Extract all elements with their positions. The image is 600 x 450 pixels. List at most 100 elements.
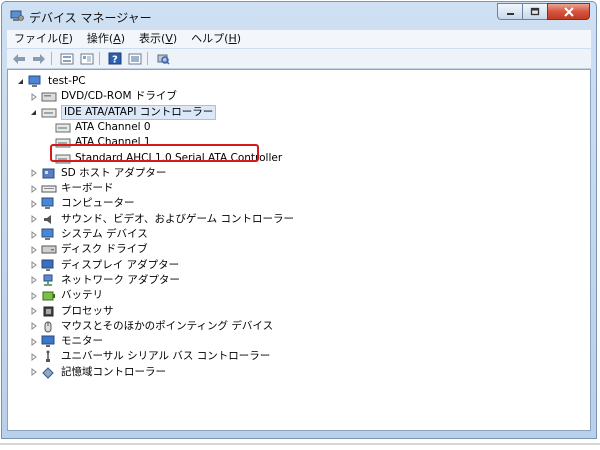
tree-item-display-adapter[interactable]: ディスプレイ アダプター [29, 258, 179, 273]
tree-item-disk-drive[interactable]: ディスク ドライブ [29, 242, 148, 257]
expand-arrow-icon[interactable] [29, 212, 38, 227]
disk-drive-icon [41, 243, 57, 256]
computer-icon [41, 197, 57, 210]
expand-arrow-icon[interactable] [29, 181, 38, 196]
tree-item-label: プロセッサ [61, 304, 114, 317]
tree-item-label: コンピューター [61, 197, 135, 210]
tree-item-network[interactable]: ネットワーク アダプター [29, 273, 180, 288]
tree-item-label: システム デバイス [61, 228, 148, 240]
tree-item-label: SD ホスト アダプター [61, 166, 167, 179]
expand-arrow-icon[interactable] [29, 273, 38, 288]
tree-item-system-device[interactable]: システム デバイス [29, 227, 148, 242]
tree-item-label: キーボード [61, 182, 114, 195]
expand-arrow-icon[interactable] [29, 349, 38, 364]
menu-accelerator-key: V [165, 32, 173, 45]
tree-item-label: 記憶域コントローラー [61, 365, 166, 378]
tree-item-speaker[interactable]: サウンド、ビデオ、およびゲーム コントローラー [29, 212, 294, 227]
title-bar[interactable]: デバイス マネージャー [2, 2, 596, 30]
battery-icon [41, 289, 57, 302]
maximize-icon [530, 7, 540, 16]
tree-item-computer[interactable]: コンピューター [29, 196, 135, 211]
device-manager-window: デバイス マネージャー ファイル(F) 操作(A) 表示(V) ヘルプ(H) ?… [1, 1, 597, 439]
maximize-button[interactable] [522, 3, 547, 20]
expand-arrow-icon[interactable] [29, 258, 38, 273]
ide-controller-icon [41, 106, 57, 119]
tree-item-label: ATA Channel 0 [75, 120, 151, 133]
tree-item-processor[interactable]: プロセッサ [29, 304, 114, 319]
forward-button[interactable] [30, 51, 47, 66]
window-title: デバイス マネージャー [29, 11, 152, 25]
toolbar: ? [7, 49, 591, 69]
expand-arrow-icon[interactable] [29, 166, 38, 181]
tree-item-label: DVD/CD-ROM ドライブ [61, 90, 177, 103]
tree-item-ata-0[interactable]: ATA Channel 0 [43, 120, 151, 135]
keyboard-icon [41, 182, 57, 195]
view-icon [128, 53, 141, 64]
expand-arrow-icon[interactable] [29, 334, 38, 349]
expand-arrow-icon[interactable] [29, 288, 38, 303]
menu-item-h[interactable]: ヘルプ(H) [184, 30, 248, 48]
tree-item-label: ディスク ドライブ [61, 243, 148, 256]
toolbar-separator [147, 52, 148, 65]
list-icon [80, 53, 93, 64]
tree-item-dvd[interactable]: DVD/CD-ROM ドライブ [29, 89, 177, 104]
expand-arrow-icon[interactable] [29, 196, 38, 211]
usb-icon [41, 350, 57, 363]
system-device-icon [41, 228, 57, 241]
close-icon [563, 6, 574, 17]
scan-hardware-button[interactable] [154, 51, 171, 66]
view-button[interactable] [126, 51, 143, 66]
processor-icon [41, 305, 57, 318]
tree-item-battery[interactable]: バッテリ [29, 288, 103, 303]
minimize-icon [506, 12, 514, 15]
collapse-arrow-icon[interactable] [29, 105, 38, 120]
speaker-icon [41, 213, 57, 226]
svg-text:?: ? [112, 55, 118, 66]
menu-bar: ファイル(F) 操作(A) 表示(V) ヘルプ(H) [7, 30, 591, 48]
close-button[interactable] [547, 3, 590, 20]
help-button[interactable]: ? [106, 51, 123, 66]
menu-accelerator-key: A [113, 32, 121, 45]
expand-arrow-icon[interactable] [29, 365, 38, 380]
tree-item-label: ディスプレイ アダプター [61, 258, 180, 271]
tree-item-keyboard[interactable]: キーボード [29, 181, 114, 196]
tree-item-ide-controller[interactable]: IDE ATA/ATAPI コントローラー [29, 104, 217, 120]
back-button[interactable] [10, 51, 27, 66]
collapse-arrow-icon[interactable] [16, 74, 25, 89]
tree-item-label: test-PC [48, 75, 86, 87]
tree-item-mouse[interactable]: マウスとそのほかのポインティング デバイス [29, 319, 273, 334]
properties-button[interactable] [58, 51, 75, 66]
tree-item-storage-controller[interactable]: 記憶域コントローラー [29, 365, 166, 380]
menu-item-v[interactable]: 表示(V) [132, 30, 184, 48]
menu-item-label: 操作( [86, 32, 114, 45]
expand-arrow-icon[interactable] [29, 89, 38, 104]
tree-item-label: マウスとそのほかのポインティング デバイス [61, 319, 274, 332]
menu-item-label: ファイル( [14, 32, 63, 45]
mouse-icon [41, 320, 57, 333]
toolbar-separator [51, 52, 52, 65]
tree-item-monitor[interactable]: モニター [29, 334, 103, 349]
tree-item-label: ユニバーサル シリアル バス コントローラー [61, 350, 271, 363]
expand-arrow-icon[interactable] [29, 242, 38, 257]
tree-item-label: バッテリ [61, 289, 103, 302]
menu-item-a[interactable]: 操作(A) [80, 30, 132, 48]
menu-item-label: ヘルプ( [191, 32, 229, 45]
list-button[interactable] [78, 51, 95, 66]
device-tree[interactable]: test-PC DVD/CD-ROM ドライブ IDE ATA/ATAPI コントロ… [7, 69, 591, 431]
monitor-icon [41, 335, 57, 348]
sd-host-icon [41, 167, 57, 180]
menu-item-f[interactable]: ファイル(F) [7, 30, 80, 48]
display-adapter-icon [41, 259, 57, 272]
minimize-button[interactable] [497, 3, 522, 20]
expand-arrow-icon[interactable] [29, 227, 38, 242]
tree-item-usb[interactable]: ユニバーサル シリアル バス コントローラー [29, 349, 270, 364]
device-manager-icon [10, 10, 24, 21]
tree-root-test-pc[interactable]: test-PC [16, 74, 86, 89]
properties-icon [60, 53, 73, 64]
menu-accelerator-key: H [228, 32, 237, 45]
expand-arrow-icon[interactable] [29, 319, 38, 334]
menu-item-label: 表示( [139, 32, 166, 45]
window-controls [497, 3, 590, 21]
tree-item-sd-host[interactable]: SD ホスト アダプター [29, 166, 166, 181]
expand-arrow-icon[interactable] [29, 304, 38, 319]
